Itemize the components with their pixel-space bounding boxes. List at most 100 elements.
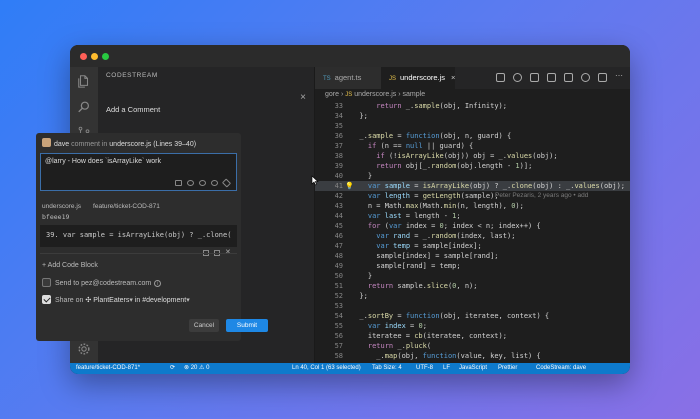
slack-icon: ✣ (85, 297, 92, 304)
commit-hash: bfeee19 (42, 213, 70, 221)
code-line: 42 var length = getLength(sample); Peter … (334, 192, 589, 200)
code-preview-text: 39. var sample = isArrayLike(obj) ? _.cl… (46, 231, 232, 239)
author-name: dave (54, 141, 70, 148)
tab-close-icon[interactable]: × (451, 73, 455, 82)
minimize-window-button[interactable] (91, 53, 98, 60)
team-select[interactable]: PlantEaters (93, 297, 129, 304)
cancel-button[interactable]: Cancel (189, 319, 219, 332)
comment-text[interactable]: @larry - How does `isArrayLike` work (45, 158, 161, 165)
close-icon[interactable]: × (300, 92, 306, 103)
tab-agent-ts[interactable]: TS agent.ts (315, 67, 381, 89)
comment-card: dave comment in underscore.js (Lines 39–… (36, 133, 268, 341)
code-line: 33 return _.sample(obj, Infinity); (334, 102, 507, 110)
code-line: 49 sample[rand] = temp; (334, 262, 461, 270)
close-window-button[interactable] (80, 53, 87, 60)
submit-button[interactable]: Submit (226, 319, 268, 332)
code-line: 57 return _.pluck( (334, 342, 432, 350)
file-name: underscore.js (42, 203, 82, 210)
search-icon[interactable] (74, 97, 94, 117)
previous-change-icon[interactable] (547, 73, 556, 82)
open-changes-icon[interactable] (496, 73, 505, 82)
code-line: 56 iteratee = cb(iteratee, context); (334, 332, 507, 340)
keyboard-icon[interactable] (175, 180, 182, 186)
file-reference[interactable]: underscore.js (Lines 39–40) (109, 141, 196, 148)
code-editor[interactable]: 33 return _.sample(obj, Infinity); 34 };… (315, 101, 630, 363)
maximize-window-button[interactable] (102, 53, 109, 60)
comment-icon[interactable] (513, 73, 522, 82)
tag-icon[interactable] (221, 178, 232, 188)
chevron-down-icon[interactable]: ▾ (129, 297, 133, 304)
editor-tabs: TS agent.ts JS underscore.js × ⋯ (315, 67, 630, 89)
mouse-cursor-icon (311, 175, 319, 186)
mention-icon[interactable] (187, 180, 194, 186)
channel-select[interactable]: in #development (135, 297, 186, 304)
breadcrumb-symbol[interactable]: sample (403, 91, 426, 98)
more-actions-icon[interactable]: ⋯ (615, 72, 624, 82)
breadcrumb-separator: › (398, 91, 401, 98)
cursor-position[interactable]: Ln 40, Col 1 (63 selected) (292, 363, 361, 374)
line-ending[interactable]: LF (443, 363, 450, 374)
code-line: 48 sample[index] = sample[rand]; (334, 252, 499, 260)
problems-status[interactable]: ⊗ 20 ⚠ 0 (184, 363, 209, 374)
breadcrumb-folder[interactable]: gore (325, 91, 339, 98)
tab-underscore-js[interactable]: JS underscore.js × (381, 67, 455, 89)
share-label: Share on (55, 297, 84, 304)
tab-label: agent.ts (334, 73, 362, 82)
compare-icon[interactable] (530, 73, 539, 82)
share-checkbox[interactable] (42, 295, 51, 304)
add-code-block-link[interactable]: + Add Code Block (42, 262, 98, 269)
branch-name: feature/ticket-COD-871 (93, 203, 160, 210)
chevron-down-icon[interactable]: ▾ (186, 297, 190, 304)
code-line: 37 if (n == null || guard) { (334, 142, 474, 150)
code-line: 40 } (334, 172, 373, 180)
editor-actions: ⋯ (496, 72, 624, 82)
code-line: 38 if (!isArrayLike(obj)) obj = _.values… (334, 152, 558, 160)
sidebar-header: CODESTREAM (106, 72, 158, 79)
status-bar: feature/ticket-COD-871* ⟳ ⊗ 20 ⚠ 0 Ln 40… (70, 363, 630, 374)
split-editor-icon[interactable] (598, 73, 607, 82)
next-change-icon[interactable] (564, 73, 573, 82)
comment-toolbar (175, 178, 232, 188)
emoji-icon[interactable] (199, 180, 206, 186)
breadcrumb: gore › JS underscore.js › sample (315, 89, 630, 101)
code-line: 55 var index = 0; (334, 322, 427, 330)
language-mode[interactable]: JavaScript (459, 363, 487, 374)
send-to-row: Send to pez@codestream.com i (42, 278, 162, 287)
code-line: 51 return sample.slice(0, n); (334, 282, 478, 290)
formatter-status[interactable]: Prettier (498, 363, 517, 374)
code-line: 36 _.sample = function(obj, n, guard) { (334, 132, 512, 140)
javascript-file-icon: JS (345, 92, 353, 98)
code-line: 43 n = Math.max(Math.min(n, length), 0); (334, 202, 524, 210)
send-to-checkbox[interactable] (42, 278, 51, 287)
typescript-file-icon: TS (323, 76, 331, 82)
code-line: 58 _.map(obj, function(value, key, list)… (334, 352, 541, 360)
file-info: underscore.js feature/ticket-COD-871 (42, 203, 172, 210)
tab-label: underscore.js (400, 73, 446, 82)
code-line: 35 (334, 122, 343, 130)
code-line: 45 for (var index = 0; index < n; index+… (334, 222, 541, 230)
settings-gear-icon[interactable] (74, 339, 94, 359)
code-line-highlighted: 41 💡 var sample = isArrayLike(obj) ? _.cl… (315, 181, 630, 191)
files-icon[interactable] (74, 71, 94, 91)
code-line: 50 } (334, 272, 373, 280)
codestream-status[interactable]: CodeStream: dave (536, 363, 586, 374)
code-line: 54 _.sortBy = function(obj, iteratee, co… (334, 312, 550, 320)
comment-action: comment in (71, 141, 108, 148)
location-icon[interactable] (211, 180, 218, 186)
sync-icon[interactable]: ⟳ (170, 363, 175, 374)
breadcrumb-separator: › (340, 91, 344, 98)
code-line: 53 (334, 302, 343, 310)
tab-size[interactable]: Tab Size: 4 (372, 363, 402, 374)
code-line: 39 return obj[_.random(obj.length - 1)]; (334, 162, 533, 170)
divider (40, 253, 237, 254)
share-row: Share on ✣ PlantEaters▾ in #development▾ (42, 295, 190, 304)
branch-status[interactable]: feature/ticket-COD-871* (76, 363, 140, 374)
toggle-blame-icon[interactable] (581, 73, 590, 82)
breadcrumb-file[interactable]: underscore.js (354, 91, 396, 98)
inline-blame: Peter Pezaris, 2 years ago • add (495, 192, 589, 199)
panel-title: Add a Comment (106, 105, 161, 114)
info-icon[interactable]: i (154, 280, 162, 287)
encoding[interactable]: UTF-8 (416, 363, 433, 374)
comment-input[interactable]: @larry - How does `isArrayLike` work (40, 153, 237, 191)
code-line: 46 var rand = _.random(index, last); (334, 232, 516, 240)
